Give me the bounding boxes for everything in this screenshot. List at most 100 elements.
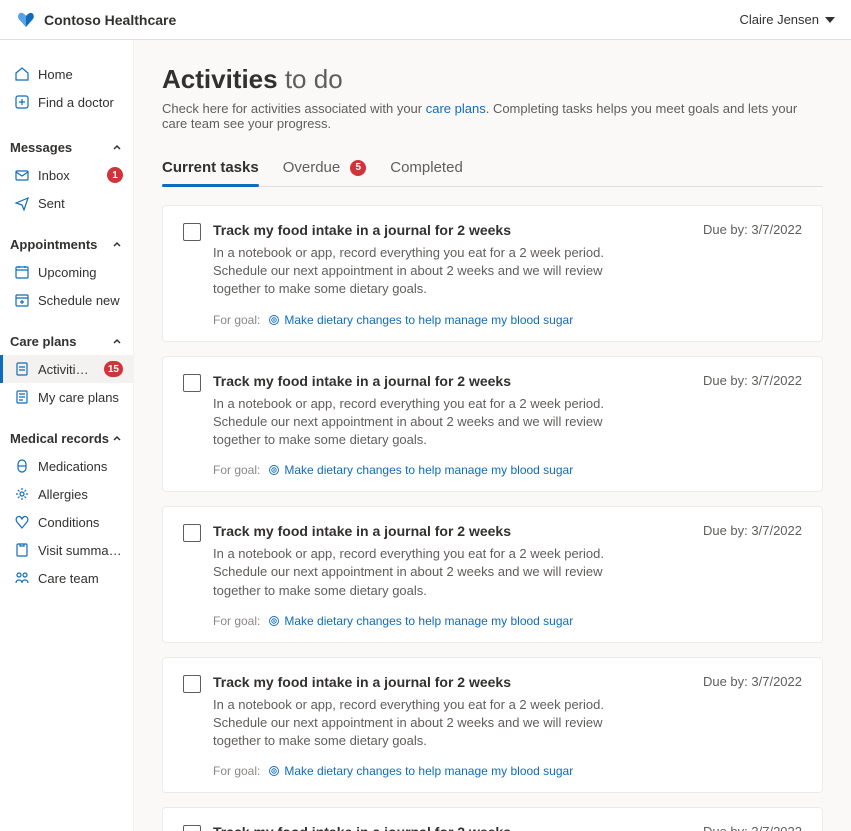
- nav-label: My care plans: [38, 390, 123, 405]
- schedule-new-icon: [14, 292, 30, 308]
- my-care-plans-icon: [14, 389, 30, 405]
- activity-checkbox[interactable]: [183, 825, 201, 831]
- upcoming-icon: [14, 264, 30, 280]
- activity-title: Track my food intake in a journal for 2 …: [213, 222, 511, 238]
- activity-title: Track my food intake in a journal for 2 …: [213, 523, 511, 539]
- nav-label: Visit summaries: [38, 543, 123, 558]
- activity-checkbox[interactable]: [183, 374, 201, 392]
- target-icon: [268, 464, 280, 476]
- sent-icon: [14, 195, 30, 211]
- sidebar-item-allergies[interactable]: Allergies: [0, 480, 133, 508]
- activity-card: Track my food intake in a journal for 2 …: [162, 205, 823, 342]
- sidebar-item-home[interactable]: Home: [0, 60, 133, 88]
- section-label: Care plans: [10, 334, 76, 349]
- activity-due: Due by: 3/7/2022: [703, 222, 802, 237]
- tab-overdue[interactable]: Overdue5: [283, 151, 367, 186]
- chevron-up-icon: [111, 239, 123, 251]
- nav-label: Conditions: [38, 515, 123, 530]
- overdue-badge: 5: [350, 160, 366, 176]
- section-label: Appointments: [10, 237, 97, 252]
- sidebar-section-care-plans[interactable]: Care plans: [0, 326, 133, 355]
- activity-description: In a notebook or app, record everything …: [213, 545, 633, 600]
- activity-due: Due by: 3/7/2022: [703, 674, 802, 689]
- conditions-icon: [14, 514, 30, 530]
- nav-label: Schedule new: [38, 293, 123, 308]
- sidebar-item-find-doctor[interactable]: Find a doctor: [0, 88, 133, 116]
- sidebar: Home Find a doctor Messages Inbox 1 Sent Appo…: [0, 40, 134, 831]
- chevron-up-icon: [111, 433, 123, 445]
- tab-completed[interactable]: Completed: [390, 151, 463, 186]
- for-goal-label: For goal:: [213, 463, 260, 477]
- activity-card: Track my food intake in a journal for 2 …: [162, 657, 823, 794]
- sidebar-item-care-team[interactable]: Care team: [0, 564, 133, 592]
- activity-checkbox[interactable]: [183, 223, 201, 241]
- care-team-icon: [14, 570, 30, 586]
- activity-checkbox[interactable]: [183, 675, 201, 693]
- sidebar-item-inbox[interactable]: Inbox 1: [0, 161, 133, 189]
- inbox-icon: [14, 167, 30, 183]
- visit-summaries-icon: [14, 542, 30, 558]
- goal-link[interactable]: Make dietary changes to help manage my b…: [268, 764, 573, 778]
- activity-description: In a notebook or app, record everything …: [213, 244, 633, 299]
- target-icon: [268, 765, 280, 777]
- sidebar-section-medical-records[interactable]: Medical records: [0, 423, 133, 452]
- badge: 15: [104, 361, 123, 377]
- sidebar-item-medications[interactable]: Medications: [0, 452, 133, 480]
- activity-due: Due by: 3/7/2022: [703, 824, 802, 831]
- activity-card: Track my food intake in a journal for 2 …: [162, 807, 823, 831]
- sidebar-item-my-care-plans[interactable]: My care plans: [0, 383, 133, 411]
- page-title: Activities to do: [162, 64, 823, 95]
- goal-link[interactable]: Make dietary changes to help manage my b…: [268, 614, 573, 628]
- activity-description: In a notebook or app, record everything …: [213, 395, 633, 450]
- nav-label: Find a doctor: [38, 95, 123, 110]
- sidebar-item-conditions[interactable]: Conditions: [0, 508, 133, 536]
- brand-logo-icon: [16, 10, 36, 30]
- main-content: Activities to do Check here for activiti…: [134, 40, 851, 831]
- tab-current-tasks[interactable]: Current tasks: [162, 151, 259, 186]
- activity-goal: For goal: Make dietary changes to help ma…: [213, 313, 802, 327]
- sidebar-item-upcoming[interactable]: Upcoming: [0, 258, 133, 286]
- for-goal-label: For goal:: [213, 764, 260, 778]
- activity-title: Track my food intake in a journal for 2 …: [213, 373, 511, 389]
- sidebar-section-appointments[interactable]: Appointments: [0, 229, 133, 258]
- sidebar-item-schedule-new[interactable]: Schedule new: [0, 286, 133, 314]
- section-label: Messages: [10, 140, 72, 155]
- nav-label: Care team: [38, 571, 123, 586]
- nav-label: Inbox: [38, 168, 95, 183]
- nav-label: Sent: [38, 196, 123, 211]
- sidebar-section-messages[interactable]: Messages: [0, 132, 133, 161]
- user-name: Claire Jensen: [740, 12, 820, 27]
- allergies-icon: [14, 486, 30, 502]
- activity-due: Due by: 3/7/2022: [703, 373, 802, 388]
- for-goal-label: For goal:: [213, 614, 260, 628]
- activity-title: Track my food intake in a journal for 2 …: [213, 674, 511, 690]
- care-plans-link[interactable]: care plans: [426, 101, 486, 116]
- header: Contoso Healthcare Claire Jensen: [0, 0, 851, 40]
- nav-label: Medications: [38, 459, 123, 474]
- sidebar-item-activities-to-do[interactable]: Activities to do15: [0, 355, 133, 383]
- activity-goal: For goal: Make dietary changes to help ma…: [213, 764, 802, 778]
- page-subtitle: Check here for activities associated wit…: [162, 101, 823, 131]
- activity-card: Track my food intake in a journal for 2 …: [162, 506, 823, 643]
- sidebar-item-sent[interactable]: Sent: [0, 189, 133, 217]
- sidebar-item-visit-summaries[interactable]: Visit summaries: [0, 536, 133, 564]
- nav-label: Upcoming: [38, 265, 123, 280]
- nav-label: Home: [38, 67, 123, 82]
- activity-due: Due by: 3/7/2022: [703, 523, 802, 538]
- tabs: Current tasks Overdue5 Completed: [162, 151, 823, 187]
- for-goal-label: For goal:: [213, 313, 260, 327]
- activity-checkbox[interactable]: [183, 524, 201, 542]
- badge: 1: [107, 167, 123, 183]
- activity-card: Track my food intake in a journal for 2 …: [162, 356, 823, 493]
- activity-goal: For goal: Make dietary changes to help ma…: [213, 463, 802, 477]
- user-menu[interactable]: Claire Jensen: [740, 12, 836, 27]
- target-icon: [268, 615, 280, 627]
- goal-link[interactable]: Make dietary changes to help manage my b…: [268, 313, 573, 327]
- caret-down-icon: [825, 17, 835, 23]
- activities-to-do-icon: [14, 361, 30, 377]
- goal-link[interactable]: Make dietary changes to help manage my b…: [268, 463, 573, 477]
- find-doctor-icon: [14, 94, 30, 110]
- medications-icon: [14, 458, 30, 474]
- target-icon: [268, 314, 280, 326]
- chevron-up-icon: [111, 336, 123, 348]
